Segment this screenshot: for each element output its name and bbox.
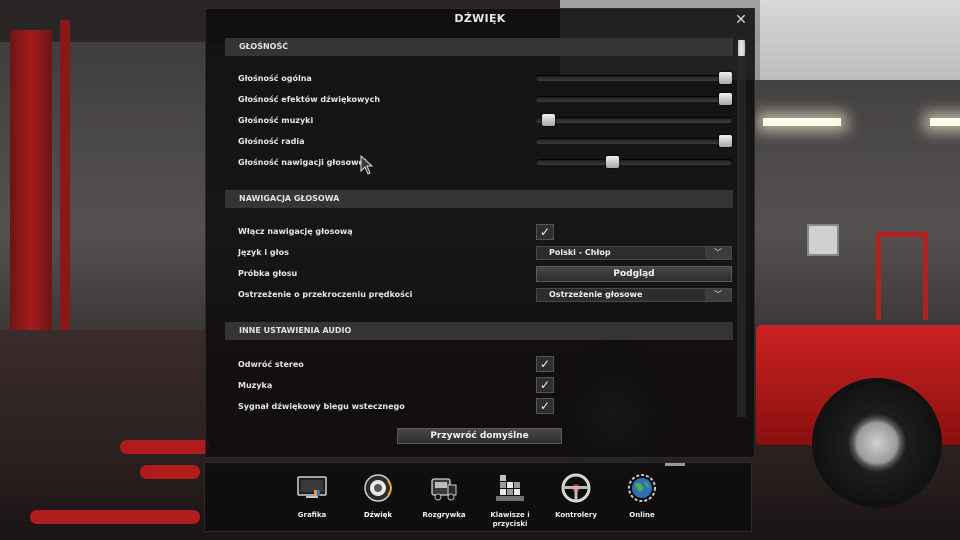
- section-header-other-audio: INNE USTAWIENIA AUDIO: [225, 322, 733, 340]
- tab-keys-buttons[interactable]: Klawisze i przyciski: [477, 467, 543, 528]
- garage-window: [760, 0, 960, 80]
- enable-navigation-label: Włącz nawigację głosową: [238, 227, 353, 236]
- slider-thumb[interactable]: [606, 156, 620, 168]
- slider-track: [536, 117, 732, 123]
- steering-wheel-icon: [561, 473, 591, 503]
- wall-panel: [807, 224, 839, 256]
- checkmark-icon: ✓: [539, 357, 551, 371]
- slider-track: [536, 75, 732, 81]
- music-label: Muzyka: [238, 381, 273, 390]
- language-voice-dropdown[interactable]: Polski - Chłop ﹀: [536, 246, 732, 260]
- keyboard-icon: [496, 475, 524, 501]
- tab-label: Online: [629, 511, 655, 519]
- speed-warning-dropdown[interactable]: Ostrzeżenie głosowe ﹀: [536, 288, 732, 302]
- reverse-stereo-label: Odwróć stereo: [238, 360, 304, 369]
- section-header-volume: GŁOŚNOŚĆ: [225, 38, 733, 56]
- reverse-stereo-checkbox[interactable]: ✓: [536, 356, 554, 372]
- truck-icon: [431, 478, 457, 501]
- tab-online[interactable]: Online: [609, 467, 675, 527]
- settings-tab-bar: Grafika Dźwięk Rozgrywka Klawisze i przy…: [204, 462, 752, 532]
- speaker-icon: [364, 474, 392, 502]
- preview-button[interactable]: Podgląd: [536, 266, 732, 282]
- enable-navigation-checkbox[interactable]: ✓: [536, 224, 554, 240]
- ceiling-lamp: [763, 118, 841, 126]
- section-header-navigation: NAWIGACJA GŁOSOWA: [225, 190, 733, 208]
- master-volume-slider[interactable]: [536, 72, 732, 84]
- trailer-wheel: [812, 378, 942, 508]
- mouse-cursor-icon: [360, 155, 374, 175]
- floor-rail: [30, 510, 200, 524]
- language-voice-label: Język i głos: [238, 248, 289, 257]
- close-icon[interactable]: ✕: [734, 13, 748, 27]
- checkmark-icon: ✓: [539, 399, 551, 413]
- slider-thumb[interactable]: [719, 135, 732, 147]
- navigation-volume-label: Głośność nawigacji głosowej: [238, 158, 367, 167]
- tab-label: Kontrolery: [555, 511, 597, 519]
- checkmark-icon: ✓: [539, 225, 551, 239]
- reverse-beep-label: Sygnał dźwiękowy biegu wstecznego: [238, 402, 405, 411]
- restore-defaults-button[interactable]: Przywróć domyślne: [397, 428, 562, 444]
- slider-thumb[interactable]: [719, 72, 732, 84]
- floor-rail: [140, 465, 200, 479]
- monitor-icon: [297, 476, 327, 498]
- effects-volume-label: Głośność efektów dźwiękowych: [238, 95, 381, 104]
- speed-warning-label: Ostrzeżenie o przekroczeniu prędkości: [238, 290, 413, 299]
- red-stand: [876, 232, 928, 323]
- slider-thumb[interactable]: [719, 93, 732, 105]
- tab-controllers[interactable]: Kontrolery: [543, 467, 609, 527]
- chevron-down-icon[interactable]: ﹀: [705, 247, 731, 259]
- master-volume-label: Głośność ogólna: [238, 74, 312, 83]
- radio-volume-label: Głośność radia: [238, 137, 305, 146]
- voice-sample-label: Próbka głosu: [238, 269, 298, 278]
- tab-graphics[interactable]: Grafika: [279, 467, 345, 527]
- floor-rail: [120, 440, 210, 454]
- slider-track: [536, 138, 732, 144]
- checkmark-icon: ✓: [539, 378, 551, 392]
- scrollbar-thumb[interactable]: [738, 40, 745, 56]
- slider-track: [536, 159, 732, 165]
- globe-icon: [628, 474, 656, 502]
- music-volume-label: Głośność muzyki: [238, 116, 314, 125]
- navigation-volume-slider[interactable]: [536, 156, 732, 168]
- music-checkbox[interactable]: ✓: [536, 377, 554, 393]
- tab-bar-indicator: [665, 463, 685, 466]
- reverse-beep-checkbox[interactable]: ✓: [536, 398, 554, 414]
- effects-volume-slider[interactable]: [536, 93, 732, 105]
- tab-label: Klawisze i przyciski: [490, 511, 530, 528]
- dialog-title: DŹWIĘK: [454, 12, 506, 25]
- radio-volume-slider[interactable]: [536, 135, 732, 147]
- ceiling-lamp: [930, 118, 960, 126]
- scrollbar[interactable]: [737, 37, 746, 417]
- tab-sound[interactable]: Dźwięk: [345, 467, 411, 527]
- music-volume-slider[interactable]: [536, 114, 732, 126]
- tab-label: Grafika: [297, 511, 327, 519]
- tab-label: Rozgrywka: [422, 511, 466, 519]
- dropdown-value: Polski - Chłop: [549, 248, 611, 257]
- slider-thumb[interactable]: [542, 114, 556, 126]
- dropdown-value: Ostrzeżenie głosowe: [549, 290, 643, 299]
- tab-gameplay[interactable]: Rozgrywka: [411, 467, 477, 527]
- chevron-down-icon[interactable]: ﹀: [705, 289, 731, 301]
- slider-track: [536, 96, 732, 102]
- tab-label: Dźwięk: [363, 511, 393, 519]
